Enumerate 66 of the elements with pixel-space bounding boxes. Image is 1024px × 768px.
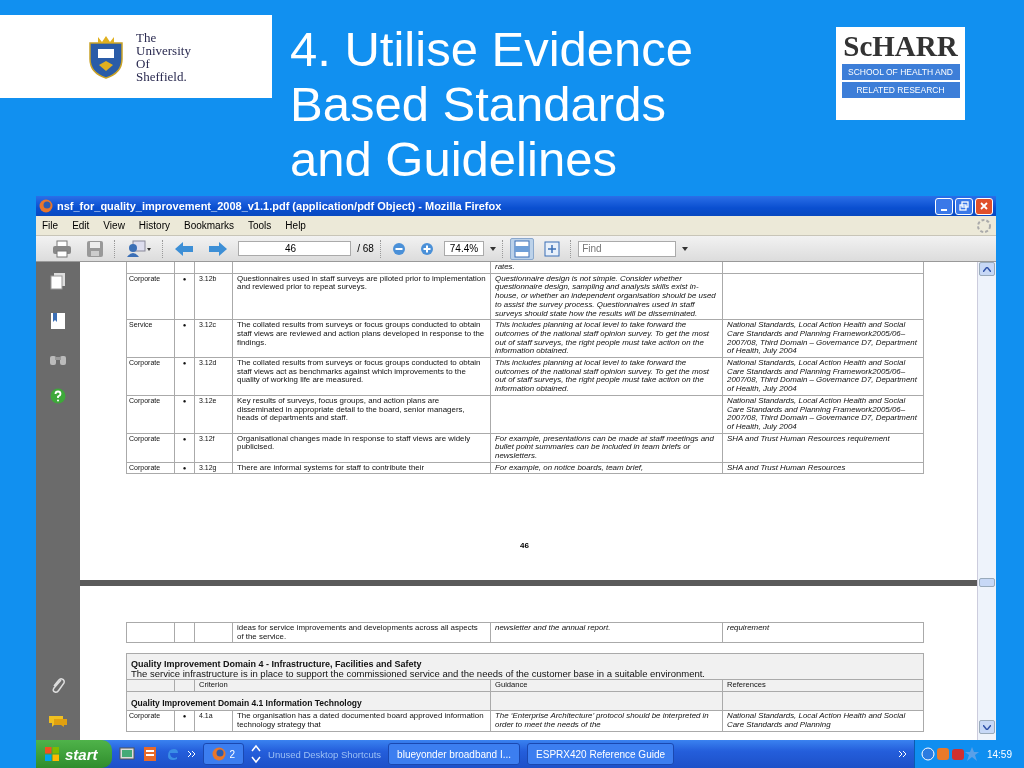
dropdown-icon[interactable] [682,246,689,251]
find-field[interactable]: Find [578,240,677,257]
logo-text: Sheffield. [136,69,188,83]
scroll-thumb[interactable] [979,578,995,587]
taskbar-button[interactable]: ESPRX420 Reference Guide [527,743,675,765]
table-cell [126,622,175,643]
scroll-up-icon[interactable] [979,262,995,276]
chevron-icon[interactable] [187,751,196,757]
window-title: nsf_for_quality_improvement_2008_v1.1.pdf (application/pdf Object) - Mozilla Firefox [57,200,502,212]
logo-text: Of [136,56,150,70]
fit-page-button[interactable] [510,237,535,260]
taskbar-button[interactable]: blueyonder broadband I... [388,743,521,765]
minimize-button[interactable] [935,197,953,215]
desktop-icon[interactable] [118,746,135,762]
bookmark-icon[interactable] [50,312,66,330]
table-cell [126,679,175,691]
shield-icon [86,34,126,79]
toolbar-label: Unused Desktop Shortcuts [268,748,382,760]
table-cell [174,679,195,691]
firefox-icon [39,199,53,213]
throbber-icon [976,217,992,234]
section-heading: Quality Improvement Domain 4.1 Information Technology [126,691,491,711]
domain-description: The service infrastructure is in place to support the commissioned service and the needs of the customer base in a suitable environment. [126,669,924,680]
logo-name: ScHARR [843,30,958,62]
menu-item[interactable]: Tools [248,220,272,231]
logo-text: The [136,30,158,44]
menu-item[interactable]: View [103,220,125,231]
logo-text: University [136,43,191,57]
dropdown-icon[interactable] [490,246,497,251]
close-button[interactable] [975,197,993,215]
pages-icon[interactable] [50,272,66,290]
page-number: 46 [519,541,530,550]
comment-icon[interactable] [48,714,68,728]
scroll-down-icon[interactable] [979,720,995,734]
windows-flag-icon [44,746,60,762]
table-cell [194,622,233,643]
slide-title: 4. Utilise Evidence Based Standards and Guidelines [290,22,695,187]
domain-heading: Quality Improvement Domain 4 - Infrastructure, Facilities and Safety [126,653,924,670]
menu-item[interactable]: File [42,220,59,231]
firefox-icon [211,747,226,761]
scroll-arrows-icon[interactable] [251,744,262,764]
menu-item[interactable]: Help [285,220,306,231]
logo-tagline: SCHOOL OF HEALTH AND [841,64,960,80]
firefox-group-button[interactable]: 2 [202,743,245,765]
chevron-icon[interactable] [898,751,907,757]
table-cell [126,262,175,274]
clock: 14:59 [986,748,1012,760]
zoom-field[interactable]: 74.4% [443,241,485,256]
restore-icon [959,201,969,211]
help-icon[interactable] [50,388,66,404]
table-cell [194,262,233,274]
menu-item[interactable]: History [138,220,170,231]
table-cell [174,622,195,643]
page-count: / 68 [357,243,374,254]
paperclip-icon[interactable] [50,676,66,694]
tray-icons-drawing[interactable] [920,746,979,762]
restore-button[interactable] [955,197,973,215]
table-cell [174,262,195,274]
minimize-icon [941,208,947,211]
menu-item[interactable]: Bookmarks [184,220,234,231]
document-icon[interactable] [141,746,158,762]
page-field[interactable]: 46 [238,241,352,256]
scrollbar[interactable] [977,262,996,740]
logo-tagline: RELATED RESEARCH [841,82,960,98]
close-icon [979,201,989,211]
menu-item[interactable]: Edit [72,220,90,231]
